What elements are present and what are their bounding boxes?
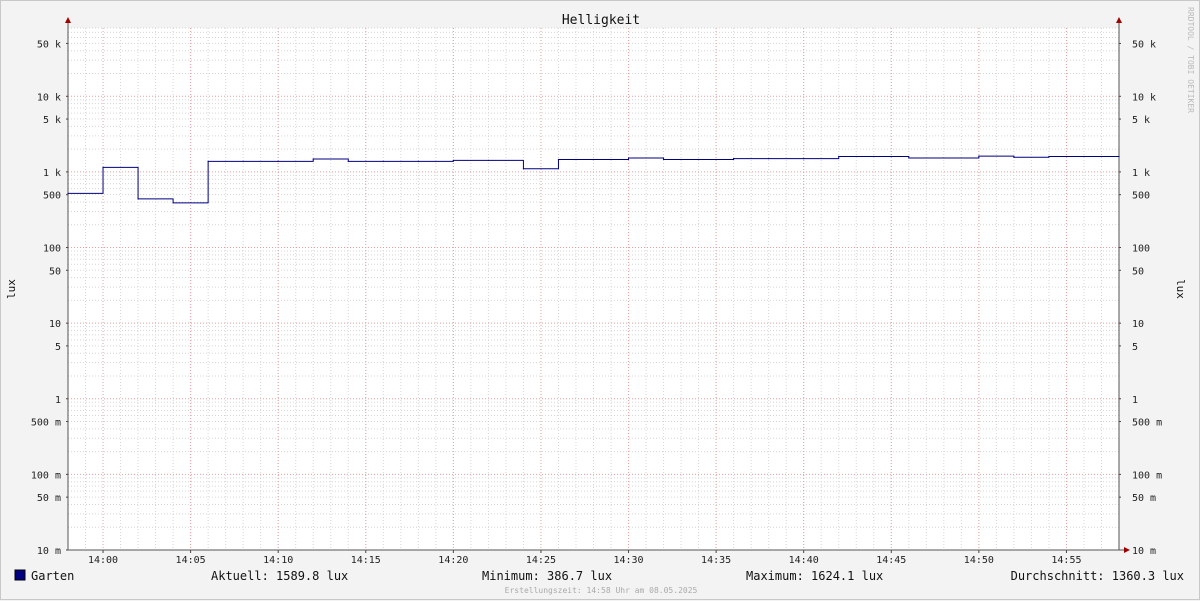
data-point bbox=[1013, 156, 1015, 158]
creation-time: Erstellungszeit: 14:58 Uhr am 08.05.2025 bbox=[505, 586, 698, 595]
watermark: RRDTOOL / TOBI OETIKER bbox=[1186, 7, 1195, 113]
x-tick-label: 14:05 bbox=[176, 555, 206, 566]
x-tick-label: 14:45 bbox=[876, 555, 906, 566]
x-tick-label: 14:25 bbox=[526, 555, 556, 566]
data-point bbox=[803, 157, 805, 160]
y-tick-label-left: 1 bbox=[55, 395, 61, 406]
data-point bbox=[943, 157, 945, 159]
chart: 50 k 50 k 10 k 10 k 5 k 5 k 1 k 1 k 500 500 100 100… bbox=[5, 7, 1195, 595]
data-point bbox=[522, 168, 525, 170]
x-tick-label: 14:35 bbox=[701, 555, 731, 566]
y-tick-label-left: 10 m bbox=[37, 546, 61, 557]
x-tick-label: 14:20 bbox=[438, 555, 468, 566]
data-point bbox=[908, 157, 910, 159]
data-point bbox=[137, 198, 139, 200]
y-tick-label-left: 5 bbox=[55, 342, 61, 353]
y-tick-label-right: 5 k bbox=[1132, 115, 1150, 126]
data-point bbox=[312, 158, 314, 160]
x-axis-arrow bbox=[1124, 547, 1130, 553]
x-tick-label: 14:00 bbox=[88, 555, 118, 566]
y-tick-label-left: 50 k bbox=[37, 39, 61, 50]
y-tick-label-right: 1 bbox=[1132, 395, 1138, 406]
y-tick-label-right: 5 bbox=[1132, 342, 1138, 353]
x-tick-label: 14:55 bbox=[1051, 555, 1081, 566]
y-tick-label-left: 500 m bbox=[31, 418, 61, 429]
data-point bbox=[242, 160, 244, 162]
data-point bbox=[768, 157, 770, 160]
data-point bbox=[207, 160, 209, 162]
legend-series-name: Garten bbox=[31, 569, 74, 583]
data-point bbox=[733, 157, 735, 160]
y-tick-label-left: 100 m bbox=[31, 470, 61, 481]
y-tick-label-left: 50 m bbox=[37, 493, 61, 504]
x-tick-label: 14:10 bbox=[263, 555, 293, 566]
y-axis-arrow-left bbox=[65, 17, 71, 23]
data-point bbox=[487, 159, 489, 161]
x-tick-label: 14:30 bbox=[613, 555, 643, 566]
data-point bbox=[873, 155, 875, 158]
y-tick-label-right: 10 m bbox=[1132, 546, 1156, 557]
y-tick-label-left: 10 bbox=[49, 319, 61, 330]
y-tick-label-right: 1 k bbox=[1132, 168, 1150, 179]
x-tick-label: 14:40 bbox=[789, 555, 819, 566]
y-tick-label-right: 100 bbox=[1132, 244, 1150, 255]
y-axis-label-left: lux bbox=[5, 279, 18, 299]
legend-minimum: Minimum: 386.7 lux bbox=[482, 569, 612, 583]
y-tick-label-right: 500 m bbox=[1132, 418, 1162, 429]
legend-maximum: Maximum: 1624.1 lux bbox=[746, 569, 883, 583]
y-axis-arrow-right bbox=[1116, 17, 1122, 23]
data-point bbox=[592, 158, 595, 161]
data-point bbox=[347, 160, 349, 162]
x-tick-label: 14:50 bbox=[964, 555, 994, 566]
y-tick-label-left: 10 k bbox=[37, 92, 61, 103]
data-point bbox=[838, 155, 840, 158]
data-point bbox=[557, 158, 560, 161]
y-tick-label-right: 500 bbox=[1132, 191, 1150, 202]
y-tick-label-right: 50 k bbox=[1132, 39, 1156, 50]
y-tick-label-right: 50 bbox=[1132, 266, 1144, 277]
y-tick-label-right: 100 m bbox=[1132, 470, 1162, 481]
data-point bbox=[172, 202, 174, 204]
legend-swatch-garten bbox=[14, 569, 26, 581]
data-point bbox=[1083, 155, 1085, 158]
data-point bbox=[1048, 155, 1050, 158]
y-tick-label-left: 500 bbox=[43, 191, 61, 202]
y-tick-label-left: 1 k bbox=[43, 168, 61, 179]
data-point bbox=[452, 159, 454, 161]
data-point bbox=[978, 155, 980, 157]
legend-current: Aktuell: 1589.8 lux bbox=[211, 569, 348, 583]
y-tick-label-right: 10 bbox=[1132, 319, 1144, 330]
data-point bbox=[417, 160, 419, 162]
y-tick-label-right: 10 k bbox=[1132, 92, 1156, 103]
y-axis-label-right: lux bbox=[1174, 279, 1187, 299]
data-point bbox=[627, 157, 630, 159]
data-point bbox=[102, 166, 104, 168]
data-point bbox=[382, 160, 384, 162]
legend-average: Durchschnitt: 1360.3 lux bbox=[1011, 569, 1184, 583]
data-point bbox=[277, 160, 279, 162]
y-tick-label-left: 5 k bbox=[43, 115, 61, 126]
chart-title: Helligkeit bbox=[562, 13, 640, 28]
x-tick-labels: 14:00 14:05 14:10 14:15 14:20 14:25 14:30 14:35… bbox=[88, 555, 1082, 566]
y-tick-label-left: 50 bbox=[49, 266, 61, 277]
y-tick-label-right: 50 m bbox=[1132, 493, 1156, 504]
data-point bbox=[698, 158, 700, 161]
x-tick-label: 14:15 bbox=[351, 555, 381, 566]
data-point bbox=[67, 192, 69, 194]
data-point bbox=[662, 158, 665, 161]
y-tick-label-left: 100 bbox=[43, 244, 61, 255]
data-point bbox=[1118, 155, 1120, 158]
chart-frame: 50 k 50 k 10 k 10 k 5 k 5 k 1 k 1 k 500 500 100 100… bbox=[0, 0, 1200, 600]
